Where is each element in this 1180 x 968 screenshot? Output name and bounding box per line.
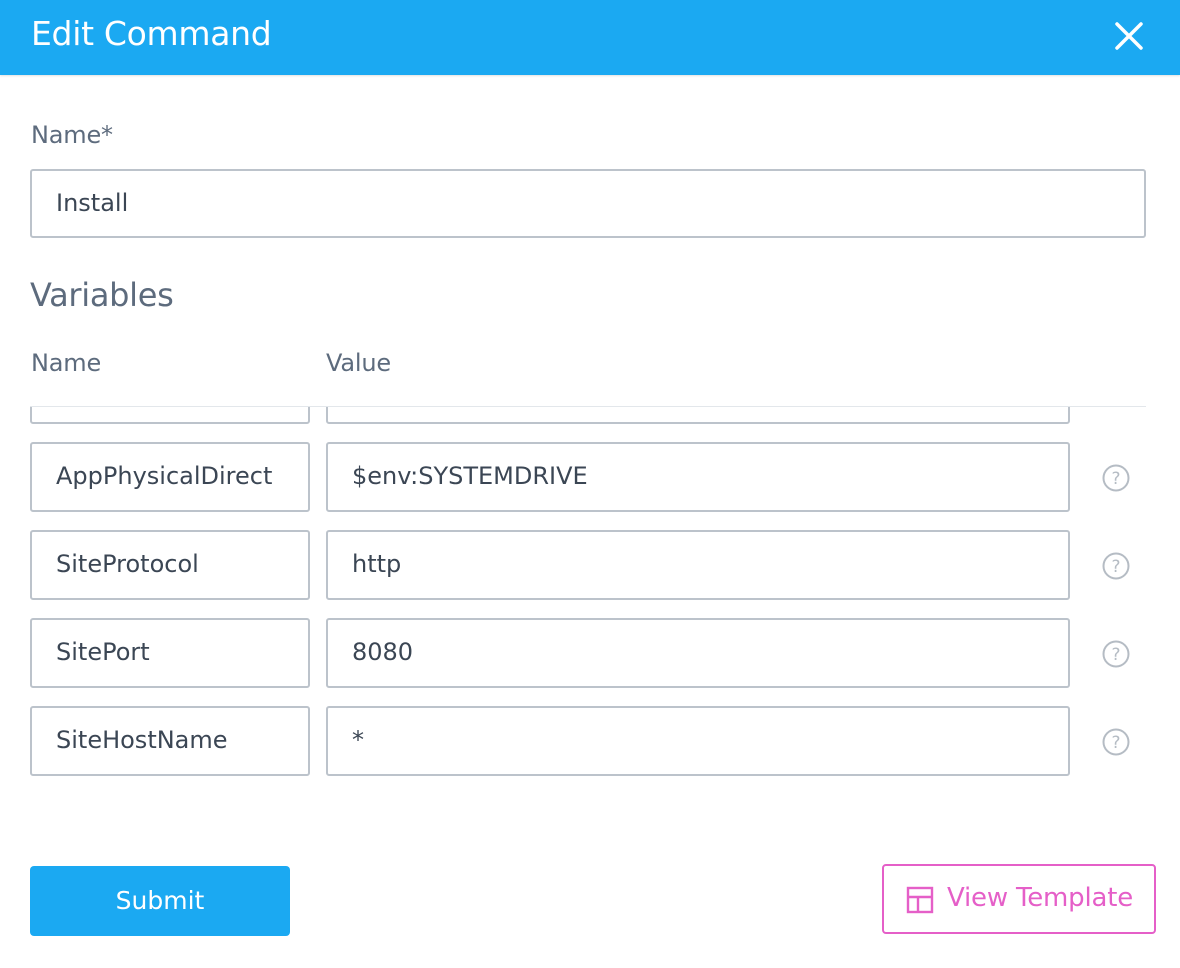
variable-name-input[interactable]: AppPhysicalDirect [30, 442, 310, 512]
view-template-button[interactable]: View Template [882, 864, 1156, 934]
variable-row [0, 407, 1180, 424]
variables-heading: Variables [30, 276, 174, 314]
command-name-input[interactable]: Install [30, 169, 1146, 238]
help-icon[interactable]: ? [1101, 727, 1131, 757]
help-icon[interactable]: ? [1101, 639, 1131, 669]
help-icon[interactable]: ? [1101, 463, 1131, 493]
variables-list[interactable]: AppPhysicalDirect $env:SYSTEMDRIVE ? Sit… [0, 407, 1180, 787]
variable-row: AppPhysicalDirect $env:SYSTEMDRIVE ? [0, 442, 1180, 512]
variable-name-input[interactable] [30, 407, 310, 424]
variable-value-input[interactable]: http [326, 530, 1070, 600]
template-icon [906, 886, 934, 914]
variable-name-input[interactable]: SiteHostName [30, 706, 310, 776]
variables-value-column-header: Value [326, 349, 391, 377]
svg-text:?: ? [1111, 557, 1120, 577]
help-icon[interactable]: ? [1101, 551, 1131, 581]
view-template-label: View Template [947, 883, 1134, 913]
edit-command-dialog: Edit Command Name* Install Variables Nam… [0, 0, 1180, 968]
variable-value-input[interactable]: * [326, 706, 1070, 776]
variables-name-column-header: Name [31, 349, 102, 377]
variable-row: SiteProtocol http ? [0, 530, 1180, 600]
svg-text:?: ? [1111, 645, 1120, 665]
variable-value-input[interactable]: 8080 [326, 618, 1070, 688]
dialog-header: Edit Command [0, 0, 1180, 75]
dialog-title: Edit Command [31, 14, 272, 53]
variable-row: SiteHostName * ? [0, 706, 1180, 776]
svg-text:?: ? [1111, 469, 1120, 489]
variable-value-input[interactable] [326, 407, 1070, 424]
variable-row: SitePort 8080 ? [0, 618, 1180, 688]
variable-name-input[interactable]: SitePort [30, 618, 310, 688]
close-icon[interactable] [1104, 12, 1152, 60]
name-label: Name* [31, 121, 113, 149]
submit-button[interactable]: Submit [30, 866, 290, 936]
variable-value-input[interactable]: $env:SYSTEMDRIVE [326, 442, 1070, 512]
variable-name-input[interactable]: SiteProtocol [30, 530, 310, 600]
svg-text:?: ? [1111, 733, 1120, 753]
